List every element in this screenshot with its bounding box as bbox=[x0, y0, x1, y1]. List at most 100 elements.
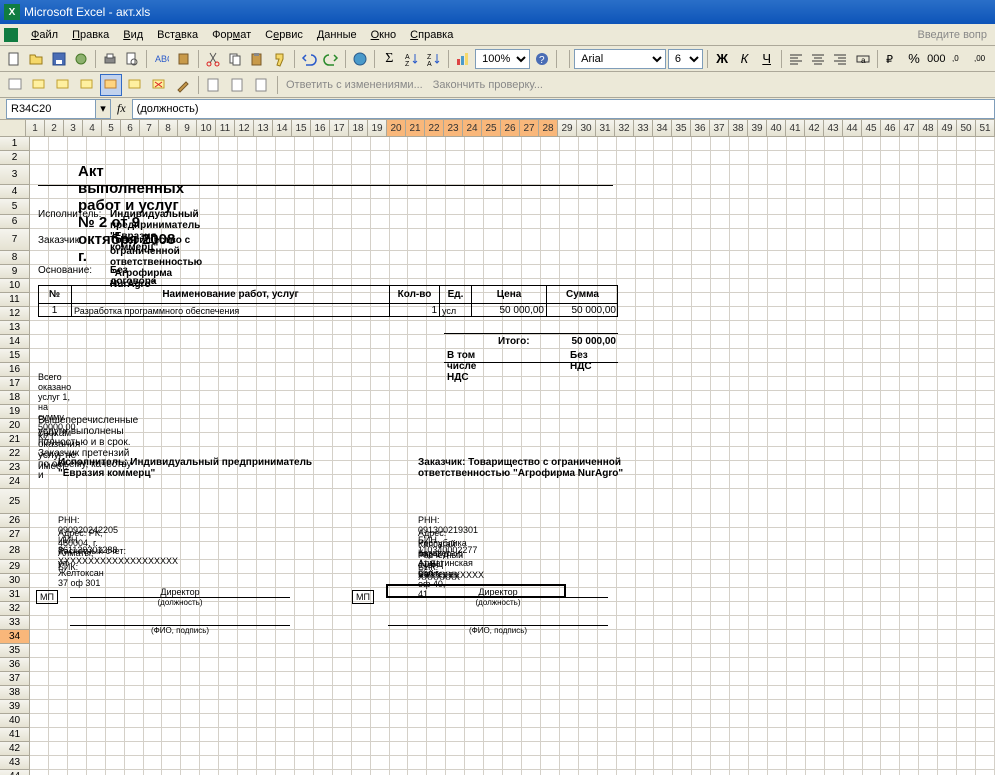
col-header[interactable]: 51 bbox=[976, 120, 995, 137]
col-header[interactable]: 36 bbox=[691, 120, 710, 137]
col-header[interactable]: 50 bbox=[957, 120, 976, 137]
align-center-icon[interactable] bbox=[808, 48, 828, 70]
currency-icon[interactable]: ₽ bbox=[882, 48, 902, 70]
col-header[interactable]: 2 bbox=[45, 120, 64, 137]
col-header[interactable]: 49 bbox=[938, 120, 957, 137]
col-header[interactable]: 20 bbox=[387, 120, 406, 137]
col-header[interactable]: 4 bbox=[83, 120, 102, 137]
row-header[interactable]: 14 bbox=[0, 335, 30, 349]
spelling-icon[interactable]: ABC bbox=[151, 48, 171, 70]
row-header[interactable]: 33 bbox=[0, 616, 30, 630]
row-header[interactable]: 30 bbox=[0, 574, 30, 588]
col-header[interactable]: 10 bbox=[197, 120, 216, 137]
row-header[interactable]: 12 bbox=[0, 307, 30, 321]
new-comment-icon[interactable] bbox=[28, 74, 50, 96]
menu-edit[interactable]: Правка bbox=[65, 27, 116, 43]
next-comment-icon[interactable] bbox=[76, 74, 98, 96]
end-review-button[interactable]: Закончить проверку... bbox=[429, 79, 547, 91]
col-header[interactable]: 16 bbox=[311, 120, 330, 137]
row-header[interactable]: 36 bbox=[0, 658, 30, 672]
autosum-icon[interactable]: Σ bbox=[379, 48, 399, 70]
format-painter-icon[interactable] bbox=[269, 48, 289, 70]
row-header[interactable]: 3 bbox=[0, 165, 30, 185]
zoom-dropdown[interactable]: 100% bbox=[475, 49, 530, 69]
col-header[interactable]: 45 bbox=[862, 120, 881, 137]
sort-asc-icon[interactable]: AZ bbox=[401, 48, 421, 70]
col-header[interactable]: 7 bbox=[140, 120, 159, 137]
col-header[interactable]: 18 bbox=[349, 120, 368, 137]
font-size-dropdown[interactable]: 6 bbox=[668, 49, 703, 69]
paste-icon[interactable] bbox=[247, 48, 267, 70]
row-header[interactable]: 42 bbox=[0, 742, 30, 756]
col-header[interactable]: 42 bbox=[805, 120, 824, 137]
col-header[interactable]: 25 bbox=[482, 120, 501, 137]
row-header[interactable]: 6 bbox=[0, 215, 30, 229]
col-header[interactable]: 32 bbox=[615, 120, 634, 137]
row-header[interactable]: 35 bbox=[0, 644, 30, 658]
row-header[interactable]: 44 bbox=[0, 770, 30, 775]
underline-icon[interactable]: Ч bbox=[757, 48, 777, 70]
col-header[interactable]: 30 bbox=[577, 120, 596, 137]
row-header[interactable]: 2 bbox=[0, 151, 30, 165]
row-header[interactable]: 7 bbox=[0, 229, 30, 251]
col-header[interactable]: 40 bbox=[767, 120, 786, 137]
align-left-icon[interactable] bbox=[786, 48, 806, 70]
col-header[interactable]: 8 bbox=[159, 120, 178, 137]
row-header[interactable]: 37 bbox=[0, 672, 30, 686]
row-header[interactable]: 9 bbox=[0, 265, 30, 279]
menu-data[interactable]: Данные bbox=[310, 27, 364, 43]
row-header[interactable]: 32 bbox=[0, 602, 30, 616]
hyperlink-icon[interactable] bbox=[350, 48, 370, 70]
col-header[interactable]: 31 bbox=[596, 120, 615, 137]
accept-icon[interactable] bbox=[227, 74, 249, 96]
decrease-decimal-icon[interactable]: ,00 bbox=[971, 48, 991, 70]
col-header[interactable]: 19 bbox=[368, 120, 387, 137]
show-comments-icon[interactable] bbox=[100, 74, 122, 96]
name-box-dropdown-icon[interactable]: ▾ bbox=[96, 99, 111, 119]
row-header[interactable]: 40 bbox=[0, 714, 30, 728]
row-header[interactable]: 25 bbox=[0, 489, 30, 514]
col-header[interactable]: 39 bbox=[748, 120, 767, 137]
col-header[interactable]: 34 bbox=[653, 120, 672, 137]
cut-icon[interactable] bbox=[203, 48, 223, 70]
row-header[interactable]: 16 bbox=[0, 363, 30, 377]
menu-format[interactable]: Формат bbox=[205, 27, 258, 43]
select-all-corner[interactable] bbox=[0, 120, 26, 137]
name-box[interactable]: R34C20 bbox=[6, 99, 96, 119]
col-header[interactable]: 9 bbox=[178, 120, 197, 137]
col-header[interactable]: 41 bbox=[786, 120, 805, 137]
col-header[interactable]: 3 bbox=[64, 120, 83, 137]
row-header[interactable]: 28 bbox=[0, 542, 30, 560]
row-header[interactable]: 34 bbox=[0, 630, 30, 644]
merge-icon[interactable]: a bbox=[852, 48, 872, 70]
percent-icon[interactable]: % bbox=[904, 48, 924, 70]
delete-comment-icon[interactable] bbox=[148, 74, 170, 96]
col-header[interactable]: 1 bbox=[26, 120, 45, 137]
sort-desc-icon[interactable]: ZA bbox=[424, 48, 444, 70]
track-changes-icon[interactable] bbox=[203, 74, 225, 96]
row-header[interactable]: 38 bbox=[0, 686, 30, 700]
row-header[interactable]: 24 bbox=[0, 475, 30, 489]
col-header[interactable]: 28 bbox=[539, 120, 558, 137]
row-header[interactable]: 27 bbox=[0, 528, 30, 542]
new-icon[interactable] bbox=[4, 48, 24, 70]
row-header[interactable]: 26 bbox=[0, 514, 30, 528]
col-header[interactable]: 27 bbox=[520, 120, 539, 137]
col-header[interactable]: 6 bbox=[121, 120, 140, 137]
prev-comment-icon[interactable] bbox=[52, 74, 74, 96]
bold-icon[interactable]: Ж bbox=[712, 48, 732, 70]
col-header[interactable]: 24 bbox=[463, 120, 482, 137]
col-header[interactable]: 14 bbox=[273, 120, 292, 137]
row-header[interactable]: 31 bbox=[0, 588, 30, 602]
row-header[interactable]: 4 bbox=[0, 185, 30, 199]
chart-icon[interactable] bbox=[453, 48, 473, 70]
col-header[interactable]: 29 bbox=[558, 120, 577, 137]
row-header[interactable]: 18 bbox=[0, 391, 30, 405]
align-right-icon[interactable] bbox=[830, 48, 850, 70]
col-header[interactable]: 22 bbox=[425, 120, 444, 137]
col-header[interactable]: 33 bbox=[634, 120, 653, 137]
ink-icon[interactable] bbox=[172, 74, 194, 96]
col-header[interactable]: 47 bbox=[900, 120, 919, 137]
col-header[interactable]: 43 bbox=[824, 120, 843, 137]
row-header[interactable]: 21 bbox=[0, 433, 30, 447]
